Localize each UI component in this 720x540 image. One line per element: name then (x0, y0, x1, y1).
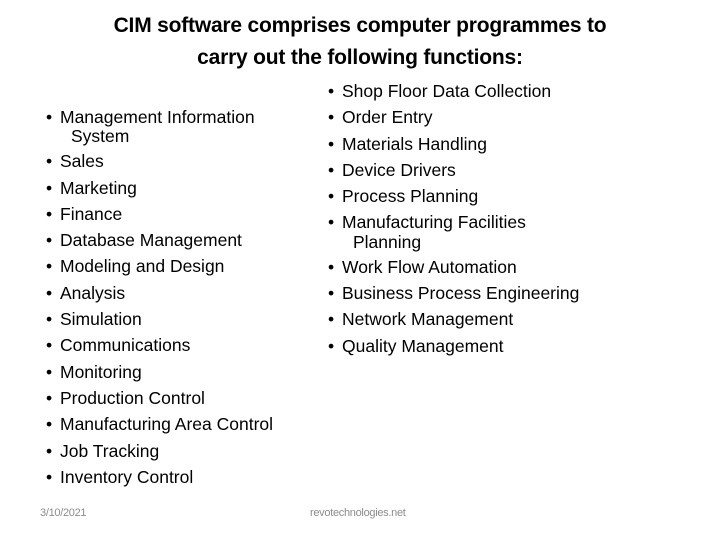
list-item-label: Device Drivers (342, 159, 456, 180)
list-item: • Device Drivers (326, 157, 626, 183)
list-item: • Production Control (44, 385, 334, 411)
bullet-icon: • (46, 414, 53, 435)
list-item: • Business Process Engineering (326, 280, 626, 306)
bullet-icon: • (46, 466, 53, 487)
list-item: • Simulation (44, 306, 334, 332)
list-item: • Job Tracking (44, 438, 334, 464)
list-item: • Manufacturing Area Control (44, 411, 334, 437)
list-item-label: Analysis (60, 282, 126, 303)
list-item: • Sales (44, 148, 334, 174)
list-item-label-continuation: System (71, 126, 130, 147)
list-item: • Marketing (44, 175, 334, 201)
bullet-icon: • (46, 256, 53, 277)
list-item-label: Business Process Engineering (342, 283, 580, 304)
bullet-icon: • (328, 212, 335, 233)
bullet-icon: • (328, 159, 335, 180)
list-item: • Analysis (44, 280, 334, 306)
list-item: • Communications (44, 332, 334, 358)
right-function-list: • Shop Floor Data Collection • Order Entry •… (326, 78, 626, 359)
bullet-icon: • (46, 387, 53, 408)
list-item-label: Job Tracking (60, 440, 160, 461)
bullet-icon: • (46, 151, 53, 172)
bullet-icon: • (46, 282, 53, 303)
list-item: • Work Flow Automation (326, 254, 626, 280)
bullet-icon: • (328, 256, 335, 277)
list-item-label: Inventory Control (60, 466, 194, 487)
bullet-icon: • (328, 309, 335, 330)
bullet-icon: • (46, 309, 53, 330)
slide-title: CIM software comprises computer programm… (0, 10, 720, 74)
list-item-label: Management Information (60, 107, 255, 127)
list-item-label: Quality Management (342, 335, 504, 356)
list-item-label: Shop Floor Data Collection (342, 81, 552, 101)
list-item: • Network Management (326, 306, 626, 332)
list-item-label: Communications (60, 335, 191, 356)
list-item-label: Simulation (60, 309, 142, 330)
footer-date: 3/10/2021 (40, 507, 87, 519)
list-item: • Shop Floor Data Collection (326, 78, 626, 104)
list-item: • Finance (44, 201, 334, 227)
list-item-label: Work Flow Automation (342, 256, 517, 277)
list-item-label: Finance (60, 203, 123, 224)
bullet-icon: • (46, 203, 53, 224)
left-function-list: • Management Information System • Sales • Mark… (44, 104, 334, 490)
list-item: • Process Planning (326, 183, 626, 209)
list-item: • Materials Handling (326, 131, 626, 157)
bullet-icon: • (46, 230, 53, 251)
list-item-label: Process Planning (342, 186, 479, 207)
bullet-icon: • (46, 107, 53, 127)
list-item: • Modeling and Design (44, 253, 334, 279)
bullet-icon: • (46, 335, 53, 356)
list-item: • Order Entry (326, 104, 626, 130)
list-item-label: Marketing (60, 177, 137, 198)
bullet-icon: • (46, 361, 53, 382)
bullet-icon: • (328, 133, 335, 154)
list-item-label: Manufacturing Area Control (60, 414, 274, 435)
list-item-label: Modeling and Design (60, 256, 225, 277)
footer-website: revotechnologies.net (310, 507, 406, 519)
slide-title-line-2: carry out the following functions: (197, 46, 523, 69)
list-item: • Database Management (44, 227, 334, 253)
list-item: • Management Information System (44, 104, 334, 146)
bullet-icon: • (328, 283, 335, 304)
list-item: • Monitoring (44, 359, 334, 385)
list-item: • Manufacturing Facilities Planning (326, 209, 626, 251)
list-item-label-continuation: Planning (353, 231, 422, 252)
list-item-label: Production Control (60, 387, 205, 408)
list-item-label: Sales (60, 151, 104, 172)
list-item-label: Database Management (60, 230, 242, 251)
bullet-icon: • (46, 177, 53, 198)
list-item: • Quality Management (326, 333, 626, 359)
list-item: • Inventory Control (44, 464, 334, 490)
bullet-icon: • (328, 107, 335, 128)
list-item-label: Manufacturing Facilities (342, 212, 526, 233)
list-item-label: Monitoring (60, 361, 142, 382)
list-item-label: Network Management (342, 309, 514, 330)
list-item-label: Order Entry (342, 107, 433, 128)
list-item-label: Materials Handling (342, 133, 487, 154)
bullet-icon: • (46, 440, 53, 461)
bullet-icon: • (328, 335, 335, 356)
bullet-icon: • (328, 186, 335, 207)
bullet-icon: • (328, 81, 335, 101)
slide-title-line-1: CIM software comprises computer programm… (113, 14, 607, 37)
